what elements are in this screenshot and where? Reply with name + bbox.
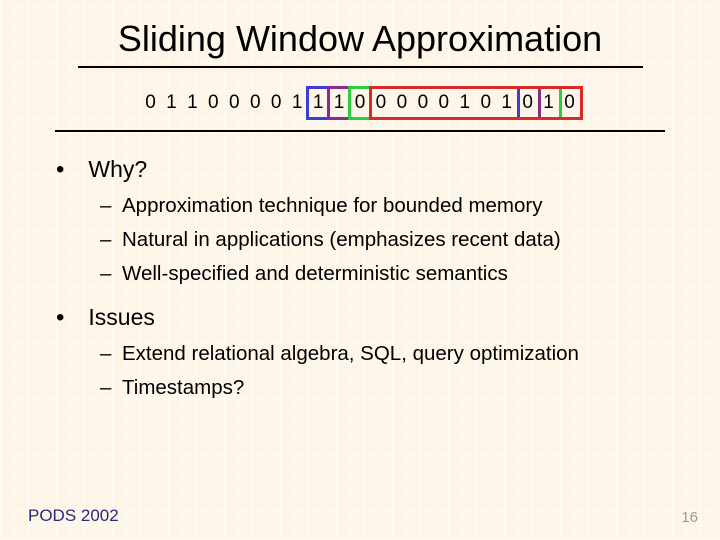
- bullet-issues-label: Issues: [88, 304, 154, 330]
- sub-bullet: Extend relational algebra, SQL, query op…: [100, 342, 668, 366]
- sub-bullet: Natural in applications (emphasizes rece…: [100, 228, 668, 252]
- bit-digit: 0: [140, 92, 161, 114]
- page-number: 16: [681, 509, 698, 526]
- bit-digit: 0: [203, 92, 224, 114]
- bit-digit: 0: [475, 92, 496, 114]
- bit-digit: 0: [433, 92, 454, 114]
- bit-digit: 0: [245, 92, 266, 114]
- slide-body: Why? Approximation technique for bounded…: [60, 156, 668, 400]
- bit-digit: 0: [412, 92, 433, 114]
- bullet-why: Why? Approximation technique for bounded…: [60, 156, 668, 286]
- bit-sequence-row: 011000011100000101010: [140, 86, 580, 126]
- sub-bullet: Approximation technique for bounded memo…: [100, 194, 668, 218]
- bit-digit: 1: [182, 92, 203, 114]
- bit-digit: 1: [329, 92, 350, 114]
- bit-digit: 1: [496, 92, 517, 114]
- bit-digit: 0: [370, 92, 391, 114]
- sub-bullet: Timestamps?: [100, 376, 668, 400]
- bit-digit: 1: [287, 92, 308, 114]
- sub-bullet: Well-specified and deterministic semanti…: [100, 262, 668, 286]
- bit-digit: 1: [308, 92, 329, 114]
- bit-digit: 0: [224, 92, 245, 114]
- bit-digit: 0: [391, 92, 412, 114]
- bullet-why-label: Why?: [88, 156, 147, 182]
- bit-underline: [55, 130, 665, 132]
- bullet-issues: Issues Extend relational algebra, SQL, q…: [60, 304, 668, 400]
- title-underline: [78, 66, 643, 68]
- bit-digit: 1: [538, 92, 559, 114]
- bit-digit: 0: [559, 92, 580, 114]
- slide-title: Sliding Window Approximation: [0, 0, 720, 60]
- bit-digit: 0: [517, 92, 538, 114]
- bit-digit: 0: [350, 92, 371, 114]
- bit-digit: 0: [266, 92, 287, 114]
- bit-digit: 1: [161, 92, 182, 114]
- footer-left: PODS 2002: [28, 506, 119, 526]
- bit-digit: 1: [454, 92, 475, 114]
